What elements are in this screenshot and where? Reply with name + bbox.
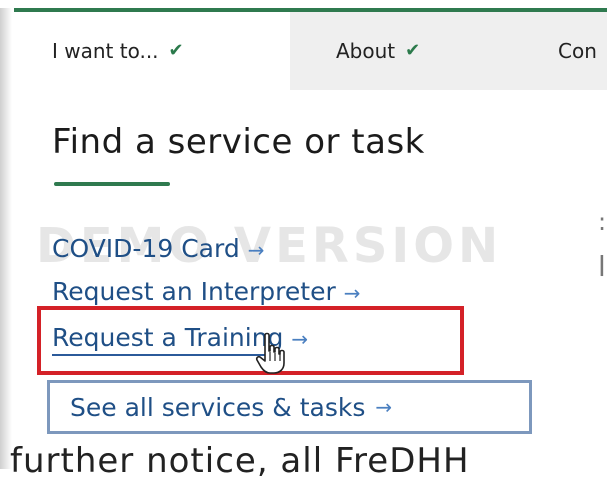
nav-tab-label: I want to... <box>52 39 159 63</box>
main-nav: I want to... ✔ About ✔ Con <box>14 12 607 90</box>
title-underline <box>54 182 170 186</box>
page-body-text: further notice, all FreDHH <box>10 441 470 481</box>
service-dropdown: DEMO VERSION Find a service or task : l … <box>14 90 607 469</box>
arrow-right-icon: → <box>375 395 393 419</box>
link-covid-card[interactable]: COVID-19 Card → <box>52 234 264 263</box>
hand-pointer-icon <box>255 332 285 374</box>
nav-tab-label: About <box>336 39 396 63</box>
link-label: Request an Interpreter <box>52 277 336 306</box>
nav-tab-i-want-to[interactable]: I want to... ✔ <box>14 12 290 90</box>
arrow-right-icon: → <box>343 281 361 305</box>
see-all-services-button[interactable]: See all services & tasks → <box>47 380 532 434</box>
see-all-label: See all services & tasks <box>70 392 366 422</box>
chevron-down-icon: ✔ <box>405 39 421 61</box>
arrow-right-icon: → <box>247 238 265 262</box>
nav-tab-label: Con <box>558 39 597 63</box>
highlight-box <box>37 306 464 375</box>
left-shadow <box>0 8 12 469</box>
link-request-interpreter[interactable]: Request an Interpreter → <box>52 277 361 306</box>
dropdown-title: Find a service or task <box>52 122 425 162</box>
nav-tab-contact[interactable]: Con <box>522 12 607 90</box>
background-glyph: l <box>598 250 606 283</box>
chevron-down-icon: ✔ <box>168 39 184 61</box>
link-label: COVID-19 Card <box>52 234 240 263</box>
background-glyph: : <box>598 208 607 236</box>
nav-tab-about[interactable]: About ✔ <box>290 12 522 90</box>
